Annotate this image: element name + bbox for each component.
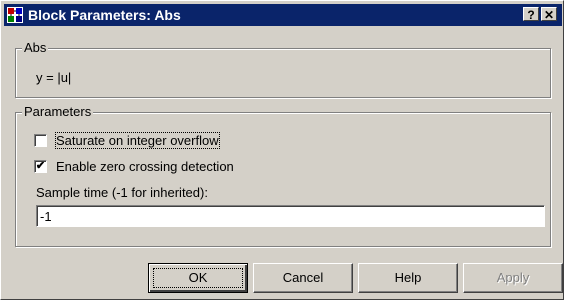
saturate-overflow-label[interactable]: Saturate on integer overflow — [55, 132, 220, 149]
block-description-group: Abs y = |u| — [15, 40, 551, 98]
cancel-button-label: Cancel — [282, 270, 324, 285]
block-description: y = |u| — [36, 70, 72, 85]
ok-focus-ring — [153, 268, 243, 288]
dialog-window: Block Parameters: Abs ? ✕ Abs y = |u| Pa… — [0, 0, 564, 300]
help-button[interactable]: Help — [358, 263, 458, 293]
parameters-group-label: Parameters — [22, 104, 94, 119]
sample-time-label: Sample time (-1 for inherited): — [36, 185, 208, 200]
title-help-button[interactable]: ? — [523, 7, 539, 22]
checkmark-icon: ✔ — [35, 160, 46, 172]
cancel-button[interactable]: Cancel — [253, 263, 353, 293]
simulink-block-icon — [7, 7, 23, 23]
help-button-label: Help — [394, 270, 422, 285]
saturate-overflow-checkbox[interactable] — [34, 134, 47, 147]
sample-time-input[interactable] — [36, 205, 545, 227]
zero-crossing-checkbox[interactable]: ✔ — [34, 160, 47, 173]
apply-button-label: Apply — [496, 270, 530, 285]
window-title: Block Parameters: Abs — [28, 7, 181, 23]
apply-button[interactable]: Apply — [463, 263, 563, 293]
parameters-group: Parameters Saturate on integer overflow … — [15, 104, 551, 247]
title-bar[interactable]: Block Parameters: Abs ? ✕ — [4, 4, 562, 26]
block-group-label: Abs — [22, 40, 49, 55]
zero-crossing-label[interactable]: Enable zero crossing detection — [56, 159, 234, 174]
ok-button[interactable]: OK — [148, 263, 248, 293]
title-close-button[interactable]: ✕ — [541, 7, 557, 22]
